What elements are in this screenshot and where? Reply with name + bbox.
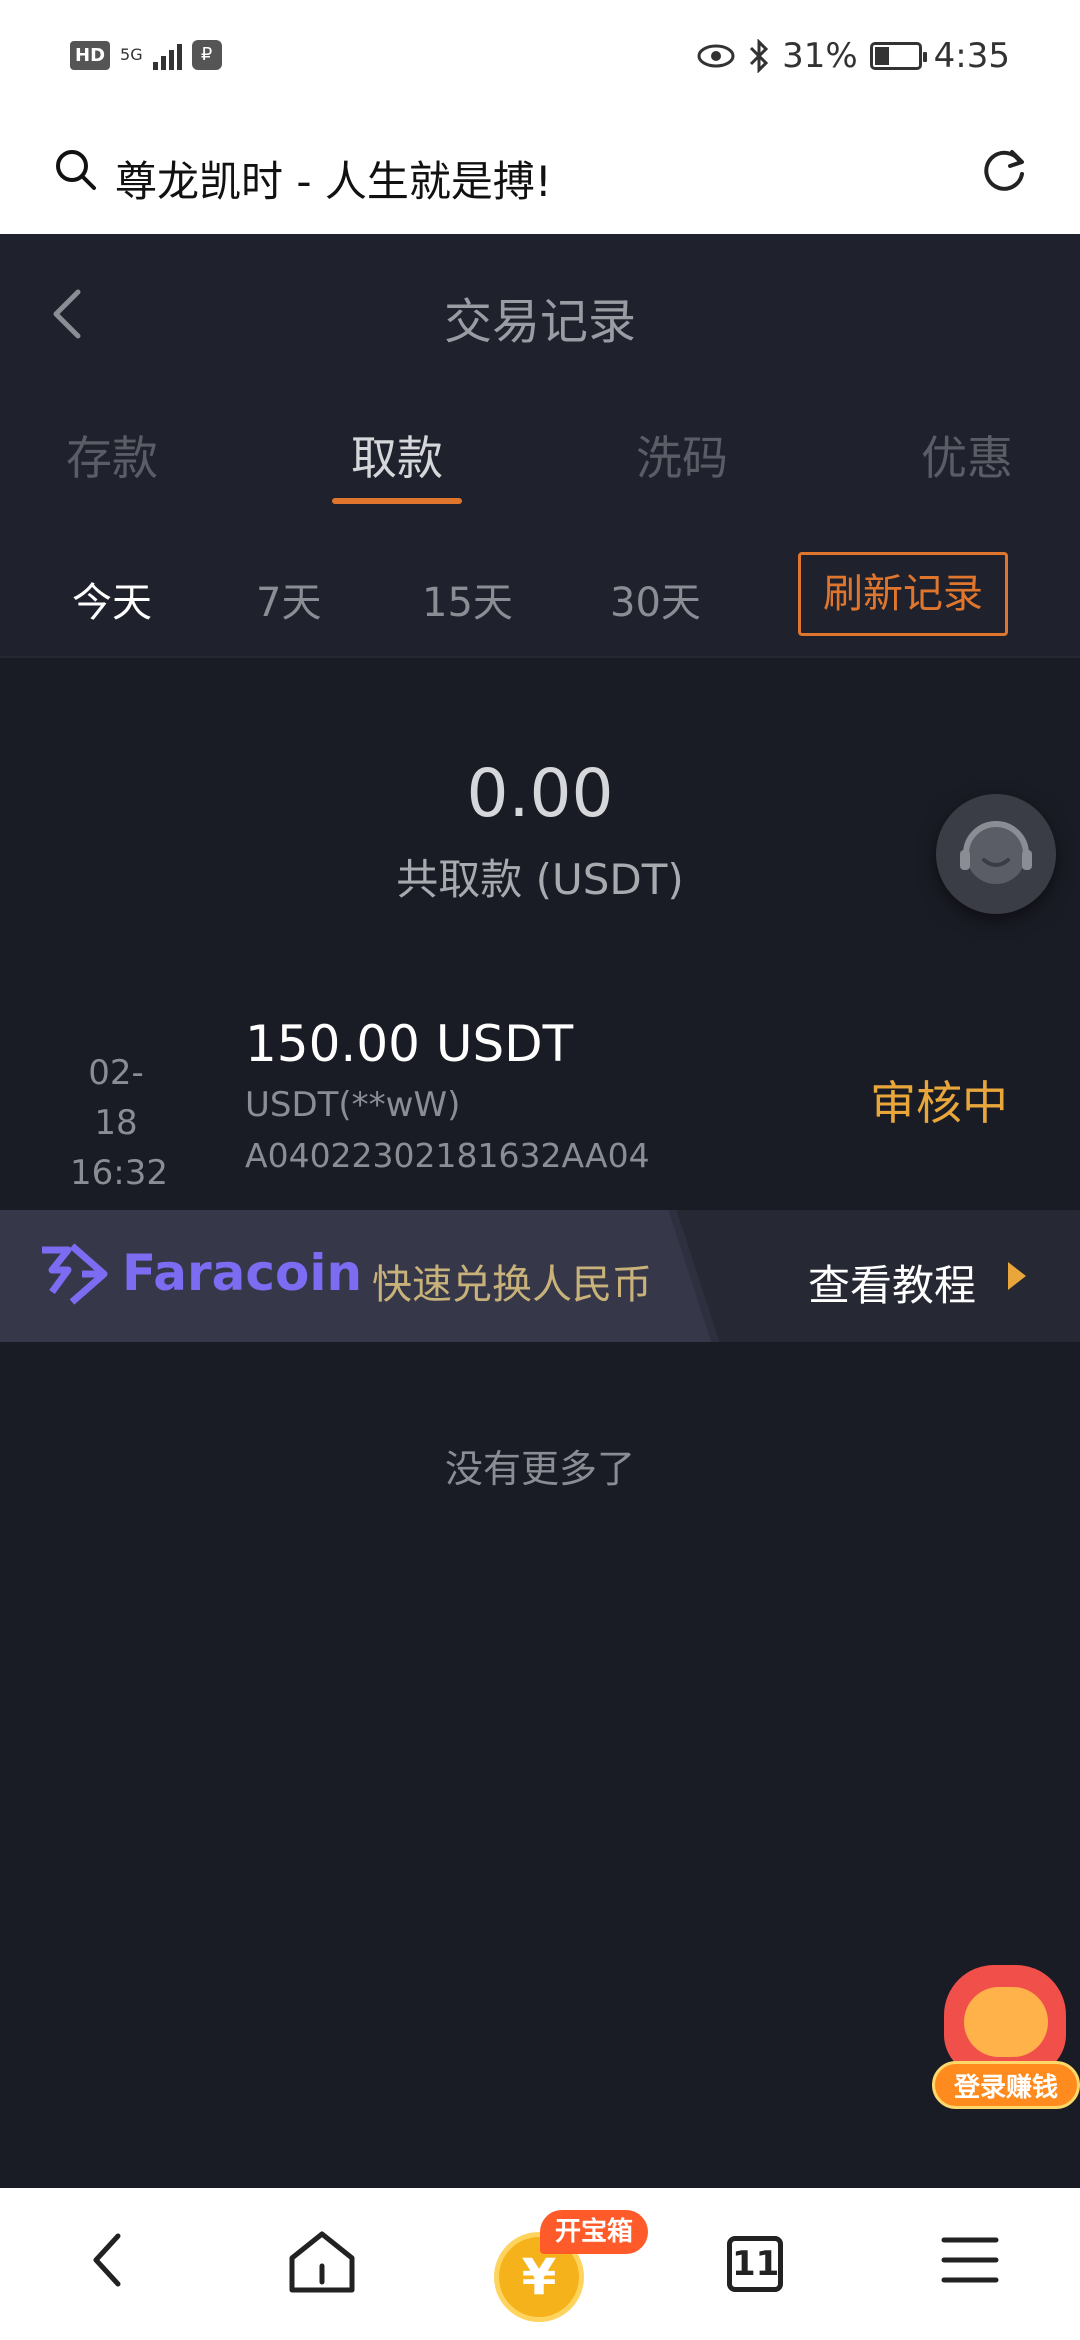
faracoin-logo-icon — [42, 1243, 108, 1305]
search-icon[interactable] — [52, 146, 100, 194]
filter-30-days[interactable]: 30天 — [610, 570, 701, 628]
record-amount: 150.00 USDT — [245, 1015, 574, 1073]
tab-withdraw[interactable]: 取款 — [317, 422, 477, 488]
browser-address-bar[interactable]: 尊龙凯时 - 人生就是搏! — [0, 122, 1080, 234]
status-bar: HD 5G ₽ 31% 4:35 — [0, 0, 1080, 122]
record-datetime: 02-18 16:32 — [70, 1048, 168, 1198]
tab-deposit[interactable]: 存款 — [32, 422, 192, 488]
mascot-icon — [964, 1987, 1048, 2057]
record-order-id: A04022302181632AA04 — [245, 1136, 650, 1175]
open-treasure-badge[interactable]: 开宝箱 — [540, 2210, 648, 2254]
hd-icon: HD — [70, 40, 111, 70]
status-left: HD 5G ₽ — [70, 40, 222, 70]
tab-promotion[interactable]: 优惠 — [887, 422, 1047, 488]
menu-icon[interactable] — [940, 2228, 1000, 2292]
date-filter-bar: 今天 7天 15天 30天 刷新记录 — [0, 522, 1080, 658]
refresh-records-button[interactable]: 刷新记录 — [798, 552, 1008, 636]
customer-service-button[interactable] — [936, 794, 1056, 914]
page-header: 交易记录 — [0, 234, 1080, 396]
reload-icon[interactable] — [978, 144, 1030, 196]
battery-percent: 31% — [782, 36, 858, 76]
login-earn-promo[interactable]: 登录赚钱 — [928, 1965, 1080, 2115]
bluetooth-icon — [750, 39, 769, 73]
headset-icon — [960, 821, 1032, 884]
filter-7-days[interactable]: 7天 — [256, 570, 321, 628]
back-icon[interactable] — [88, 2228, 128, 2292]
clock: 4:35 — [933, 36, 1010, 76]
banner-slogan: 快速兑换人民币 — [372, 1262, 652, 1308]
home-icon[interactable] — [286, 2228, 358, 2296]
record-currency: USDT(**wW) — [245, 1085, 461, 1125]
filter-15-days[interactable]: 15天 — [422, 570, 513, 628]
status-badge: 审核中 — [870, 1076, 1008, 1130]
view-tutorial-link[interactable]: 查看教程 — [808, 1252, 976, 1313]
faracoin-banner[interactable]: Faracoin 快速兑换人民币 查看教程 — [0, 1210, 1080, 1342]
battery-icon — [869, 42, 927, 70]
page-title: 交易记录 — [443, 294, 636, 350]
browser-bottom-nav: ¥ 开宝箱 11 — [0, 2188, 1080, 2340]
5g-signal-icon — [152, 40, 182, 70]
banner-brand: Faracoin — [122, 1244, 363, 1302]
status-right: 31% 4:35 — [696, 36, 1010, 76]
address-text[interactable]: 尊龙凯时 - 人生就是搏! — [115, 148, 552, 209]
active-tab-indicator — [332, 498, 462, 504]
network-type-label: 5G — [120, 45, 143, 64]
end-of-list-text: 没有更多了 — [444, 1447, 635, 1491]
tabs-count-button[interactable]: 11 — [727, 2236, 783, 2292]
record-type-tabs: 存款 取款 洗码 优惠 — [0, 396, 1080, 522]
play-arrow-icon — [1008, 1262, 1026, 1290]
total-withdraw-amount: 0.00 — [466, 755, 614, 832]
payment-icon: ₽ — [191, 40, 222, 70]
total-withdraw-label: 共取款 (USDT) — [396, 855, 684, 904]
tab-rebate[interactable]: 洗码 — [602, 422, 762, 488]
eye-icon — [697, 44, 735, 68]
promo-label: 登录赚钱 — [932, 2061, 1080, 2109]
record-time: 16:32 — [70, 1153, 168, 1193]
filter-today[interactable]: 今天 — [72, 570, 152, 628]
record-date: 02-18 — [88, 1053, 144, 1143]
